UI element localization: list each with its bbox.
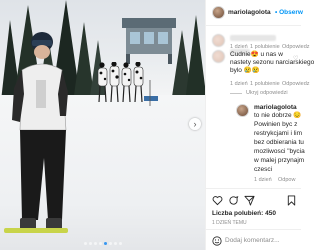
commenter-avatar[interactable] xyxy=(212,34,225,47)
comment-reply-button[interactable]: Odpowiedz xyxy=(282,44,310,50)
chevron-right-icon: › xyxy=(193,119,197,129)
comment-line: bylo 😢😢 xyxy=(230,67,260,74)
post-date: 1 DZIEŃ TEMU xyxy=(212,220,247,226)
comment-icon[interactable] xyxy=(228,195,239,206)
likes-count[interactable]: Liczba polubień: 450 xyxy=(212,210,276,217)
reply-line: bez odbierania tu xyxy=(254,139,304,146)
hide-replies-button[interactable]: Ukryj odpowiedzi xyxy=(246,90,288,96)
reply-reply-button[interactable]: Odpow xyxy=(278,177,295,183)
carousel-dot[interactable] xyxy=(94,242,97,245)
comment-likes[interactable]: 1 polubienie xyxy=(250,81,280,87)
commenter-avatar[interactable] xyxy=(212,50,225,63)
post-photo[interactable]: › xyxy=(0,0,205,250)
ski-lift-station xyxy=(122,18,176,64)
post-actions: Liczba polubień: 450 1 DZIEŃ TEMU Dodaj … xyxy=(206,188,301,250)
post-side-panel: mariolagolota • Obserw 1 dzień 1 polubie… xyxy=(205,0,314,250)
reply-line: w malej przynajm xyxy=(254,157,305,164)
carousel-dot[interactable] xyxy=(109,242,112,245)
author-username[interactable]: mariolagolota xyxy=(228,9,271,16)
commenter-name-blurred xyxy=(230,35,276,41)
carousel-dot[interactable] xyxy=(119,242,122,245)
carousel-dot[interactable] xyxy=(89,242,92,245)
author-avatar[interactable] xyxy=(212,6,225,19)
heart-icon[interactable] xyxy=(212,195,223,206)
follow-button[interactable]: • Obserw xyxy=(275,9,303,16)
comment-reply-button[interactable]: Odpowiedz xyxy=(282,81,310,87)
post-header: mariolagolota • Obserw xyxy=(206,0,303,26)
reply-time: 1 dzień xyxy=(254,177,272,183)
reply-line: restrykcjami i lim xyxy=(254,130,303,137)
reply-line: czesci xyxy=(254,166,273,173)
skiers-group xyxy=(97,62,158,106)
carousel-dot[interactable] xyxy=(99,242,102,245)
comment-likes[interactable]: 1 polubienie xyxy=(250,44,280,50)
likes-value: 450 xyxy=(265,210,276,217)
reply-line: mozliwosci "bycia xyxy=(254,148,305,155)
reply-author-username[interactable]: mariolagolota xyxy=(254,104,297,111)
emoji-icon[interactable] xyxy=(212,236,222,246)
skier-foreground xyxy=(4,32,68,233)
reply-line: Powinien byc z xyxy=(254,121,298,128)
comment-time: 1 dzień xyxy=(230,81,248,87)
carousel-dot-active[interactable] xyxy=(104,242,107,245)
bookmark-icon[interactable] xyxy=(286,195,297,206)
share-icon[interactable] xyxy=(244,195,255,206)
add-comment-bar[interactable]: Dodaj komentarz... xyxy=(206,229,301,250)
replies-divider xyxy=(230,93,242,94)
reply-line: to nie dobrze 😔 xyxy=(254,112,302,119)
likes-label: Liczba polubień: xyxy=(212,210,264,217)
comment-like-icon[interactable]: ♡ xyxy=(293,55,298,62)
add-comment-input[interactable]: Dodaj komentarz... xyxy=(225,237,280,244)
carousel-next-button[interactable]: › xyxy=(189,118,201,130)
reply-author-avatar[interactable] xyxy=(236,104,249,117)
carousel-dot[interactable] xyxy=(114,242,117,245)
carousel-dot[interactable] xyxy=(84,242,87,245)
carousel-dots xyxy=(84,242,122,245)
